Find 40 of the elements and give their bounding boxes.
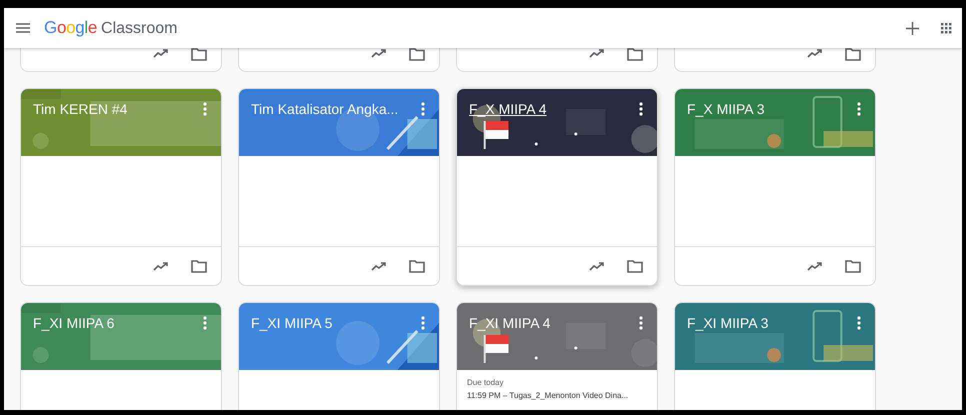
- assignment-link[interactable]: 11:59 PM – Tugas_2_Menonton Video Dina...: [467, 391, 647, 400]
- folder-icon[interactable]: [409, 260, 425, 272]
- trending-up-icon[interactable]: [371, 48, 387, 58]
- folder-icon[interactable]: [845, 260, 861, 272]
- class-card[interactable]: F_XI MIIPA 4 Due today 11:59 PM – Tugas_2_Menonton Video Dina...: [456, 302, 658, 410]
- due-label: Due today: [467, 378, 504, 387]
- folder-icon[interactable]: [627, 260, 643, 272]
- class-title[interactable]: F_XI MIIPA 4: [469, 315, 550, 331]
- trending-up-icon[interactable]: [589, 261, 605, 271]
- folder-icon[interactable]: [627, 48, 643, 61]
- more-icon[interactable]: [639, 102, 643, 116]
- trending-up-icon[interactable]: [153, 48, 169, 58]
- apps-icon[interactable]: [941, 22, 952, 34]
- class-card[interactable]: Tim Katalisator Angka...: [238, 88, 440, 286]
- folder-icon[interactable]: [845, 48, 861, 61]
- folder-icon[interactable]: [191, 260, 207, 272]
- class-title[interactable]: Tim KEREN #4: [33, 101, 128, 117]
- class-card[interactable]: Tim KEREN #4: [20, 88, 222, 286]
- class-card[interactable]: F_XI MIIPA 3: [674, 302, 876, 410]
- plus-icon[interactable]: [906, 22, 919, 34]
- class-title[interactable]: F_X MIIPA 4: [469, 101, 547, 117]
- folder-icon[interactable]: [191, 48, 207, 61]
- class-title[interactable]: F_XI MIIPA 5: [251, 315, 332, 331]
- trending-up-icon[interactable]: [589, 48, 605, 58]
- class-title[interactable]: F_XI MIIPA 3: [687, 315, 768, 331]
- app-title: Classroom: [101, 20, 178, 38]
- class-card[interactable]: F_X MIIPA 3: [674, 88, 876, 286]
- trending-up-icon[interactable]: [153, 261, 169, 271]
- folder-icon[interactable]: [409, 48, 425, 61]
- trending-up-icon[interactable]: [371, 261, 387, 271]
- trending-up-icon[interactable]: [807, 261, 823, 271]
- class-card[interactable]: F_X MIIPA 4: [456, 88, 658, 286]
- class-title[interactable]: F_X MIIPA 3: [687, 101, 765, 117]
- menu-icon[interactable]: [16, 23, 30, 33]
- class-card[interactable]: F_XI MIIPA 5: [238, 302, 440, 410]
- class-title[interactable]: F_XI MIIPA 6: [33, 315, 114, 331]
- class-title[interactable]: Tim Katalisator Angka...: [251, 101, 398, 117]
- google-logo[interactable]: Google: [44, 18, 98, 38]
- class-card[interactable]: F_XI MIIPA 6: [20, 302, 222, 410]
- trending-up-icon[interactable]: [807, 48, 823, 58]
